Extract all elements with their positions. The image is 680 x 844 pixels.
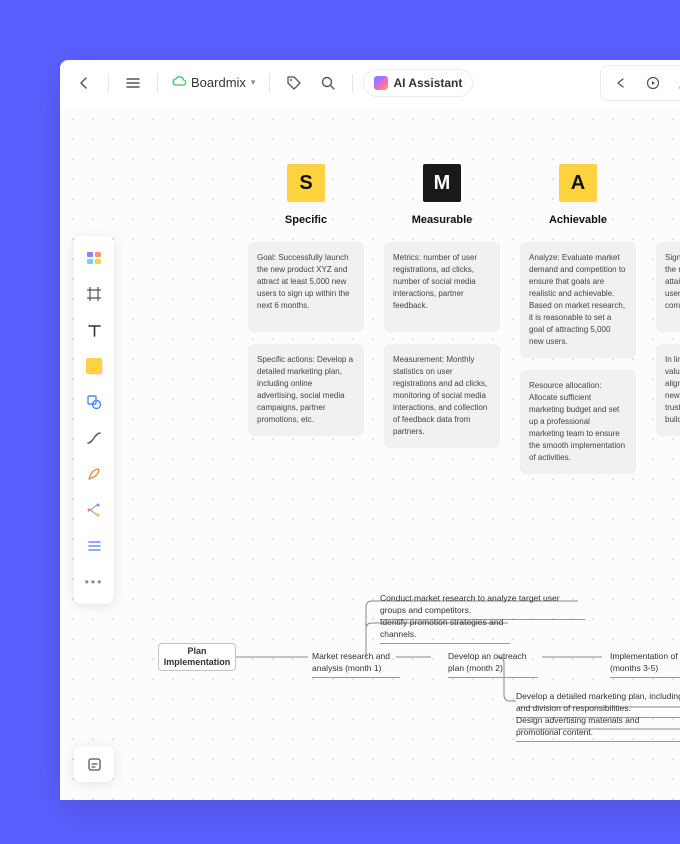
smart-column-s: S Specific Goal: Successfully launch the… [244, 164, 368, 448]
column-title: Specific [285, 214, 327, 226]
cloud-icon [172, 75, 186, 90]
chevron-left-icon[interactable] [607, 69, 635, 97]
topbar: Boardmix ▾ AI Assistant [60, 60, 680, 106]
ai-assistant-button[interactable]: AI Assistant [363, 69, 473, 97]
card[interactable]: Goal: Successfully launch the new produc… [248, 242, 364, 332]
smart-column-r: Significance: The launch of the new prod… [652, 164, 680, 448]
side-toolbar: ••• [74, 236, 114, 604]
sticky-note-tool[interactable] [80, 352, 108, 380]
more-tools[interactable]: ••• [80, 568, 108, 596]
text-tool[interactable] [80, 316, 108, 344]
menu-button[interactable] [119, 69, 147, 97]
search-button[interactable] [314, 69, 342, 97]
card[interactable]: Measurement: Monthly statistics on user … [384, 344, 500, 448]
chevron-down-icon: ▾ [251, 77, 256, 88]
connector-tool[interactable] [80, 424, 108, 452]
card[interactable]: Specific actions: Develop a detailed mar… [248, 344, 364, 436]
play-button[interactable] [639, 69, 667, 97]
mindmap-node[interactable]: Implementation of outreach activities (m… [610, 649, 680, 678]
back-button[interactable] [70, 69, 98, 97]
separator [269, 74, 270, 92]
mindmap-node[interactable]: Identify promotion strategies and channe… [380, 615, 510, 644]
card[interactable]: Metrics: number of user registrations, a… [384, 242, 500, 332]
shape-tool[interactable] [80, 388, 108, 416]
ai-icon [374, 76, 388, 90]
smart-column-a: A Achievable Analyze: Evaluate market de… [516, 164, 640, 486]
column-title: Measurable [412, 214, 473, 226]
letter-badge: M [423, 164, 461, 202]
document-title[interactable]: Boardmix ▾ [168, 75, 259, 90]
card[interactable]: In line with company values, the objecti… [656, 344, 680, 436]
pen-tool[interactable] [80, 460, 108, 488]
card[interactable]: Analyze: Evaluate market demand and comp… [520, 242, 636, 358]
mindmap[interactable]: Plan Implementation Market research and … [150, 571, 680, 800]
confetti-icon[interactable] [671, 69, 680, 97]
separator [108, 74, 109, 92]
canvas[interactable]: ••• S Specific Goal: Successfully launch… [60, 106, 680, 800]
separator [157, 74, 158, 92]
column-title: Achievable [549, 214, 607, 226]
letter-badge: S [287, 164, 325, 202]
mindmap-tool[interactable] [80, 496, 108, 524]
ai-label: AI Assistant [393, 76, 462, 90]
app-logo-icon[interactable] [80, 244, 108, 272]
frame-tool[interactable] [80, 280, 108, 308]
right-toolbar [600, 65, 680, 101]
smart-column-m: M Measurable Metrics: number of user reg… [380, 164, 504, 460]
mindmap-node[interactable]: Design advertising materials and promoti… [516, 713, 680, 742]
mindmap-node[interactable]: Develop an outreach plan (month 2) [448, 649, 538, 678]
mindmap-node[interactable]: Market research and analysis (month 1) [312, 649, 400, 678]
layers-button[interactable] [74, 746, 114, 782]
card[interactable]: Resource allocation: Allocate sufficient… [520, 370, 636, 474]
mindmap-root[interactable]: Plan Implementation [158, 643, 236, 671]
document-name: Boardmix [191, 75, 246, 90]
table-tool[interactable] [80, 532, 108, 560]
letter-badge: A [559, 164, 597, 202]
separator [352, 74, 353, 92]
tag-button[interactable] [280, 69, 308, 97]
card[interactable]: Significance: The launch of the new prod… [656, 242, 680, 332]
